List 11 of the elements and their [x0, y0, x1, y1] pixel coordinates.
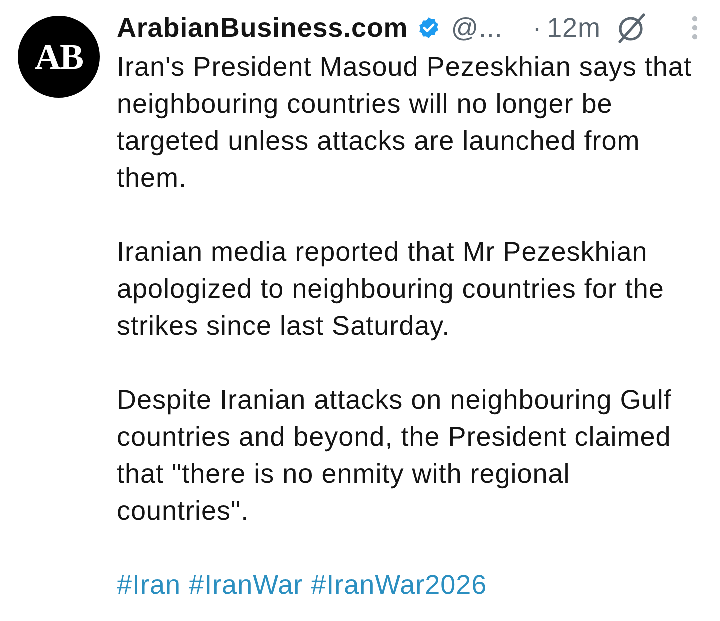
hashtag-link[interactable]: #IranWar: [189, 567, 304, 604]
author-handle[interactable]: @...: [451, 12, 503, 44]
post-time[interactable]: 12m: [547, 12, 601, 44]
post-paragraph: Despite Iranian attacks on neighbouring Gulf countries and beyond, the President claimed that "there is no enmity with regional countries".: [117, 384, 673, 528]
hashtag-link[interactable]: #IranWar2026: [311, 567, 488, 604]
post-paragraph: Iranian media reported that Mr Pezeskhian apologized to neighbouring countries for the strikes since last Saturday.: [117, 236, 666, 343]
post-paragraph: Iran's President Masoud Pezeskhian says that neighbouring countries will no longer be targeted unless attacks are launched from them.: [117, 51, 693, 195]
author-name[interactable]: ArabianBusiness.com: [117, 12, 408, 44]
hashtag-link[interactable]: #Iran: [117, 567, 182, 604]
avatar-logo[interactable]: AB: [18, 16, 100, 98]
separator-dot: ·: [532, 12, 542, 44]
